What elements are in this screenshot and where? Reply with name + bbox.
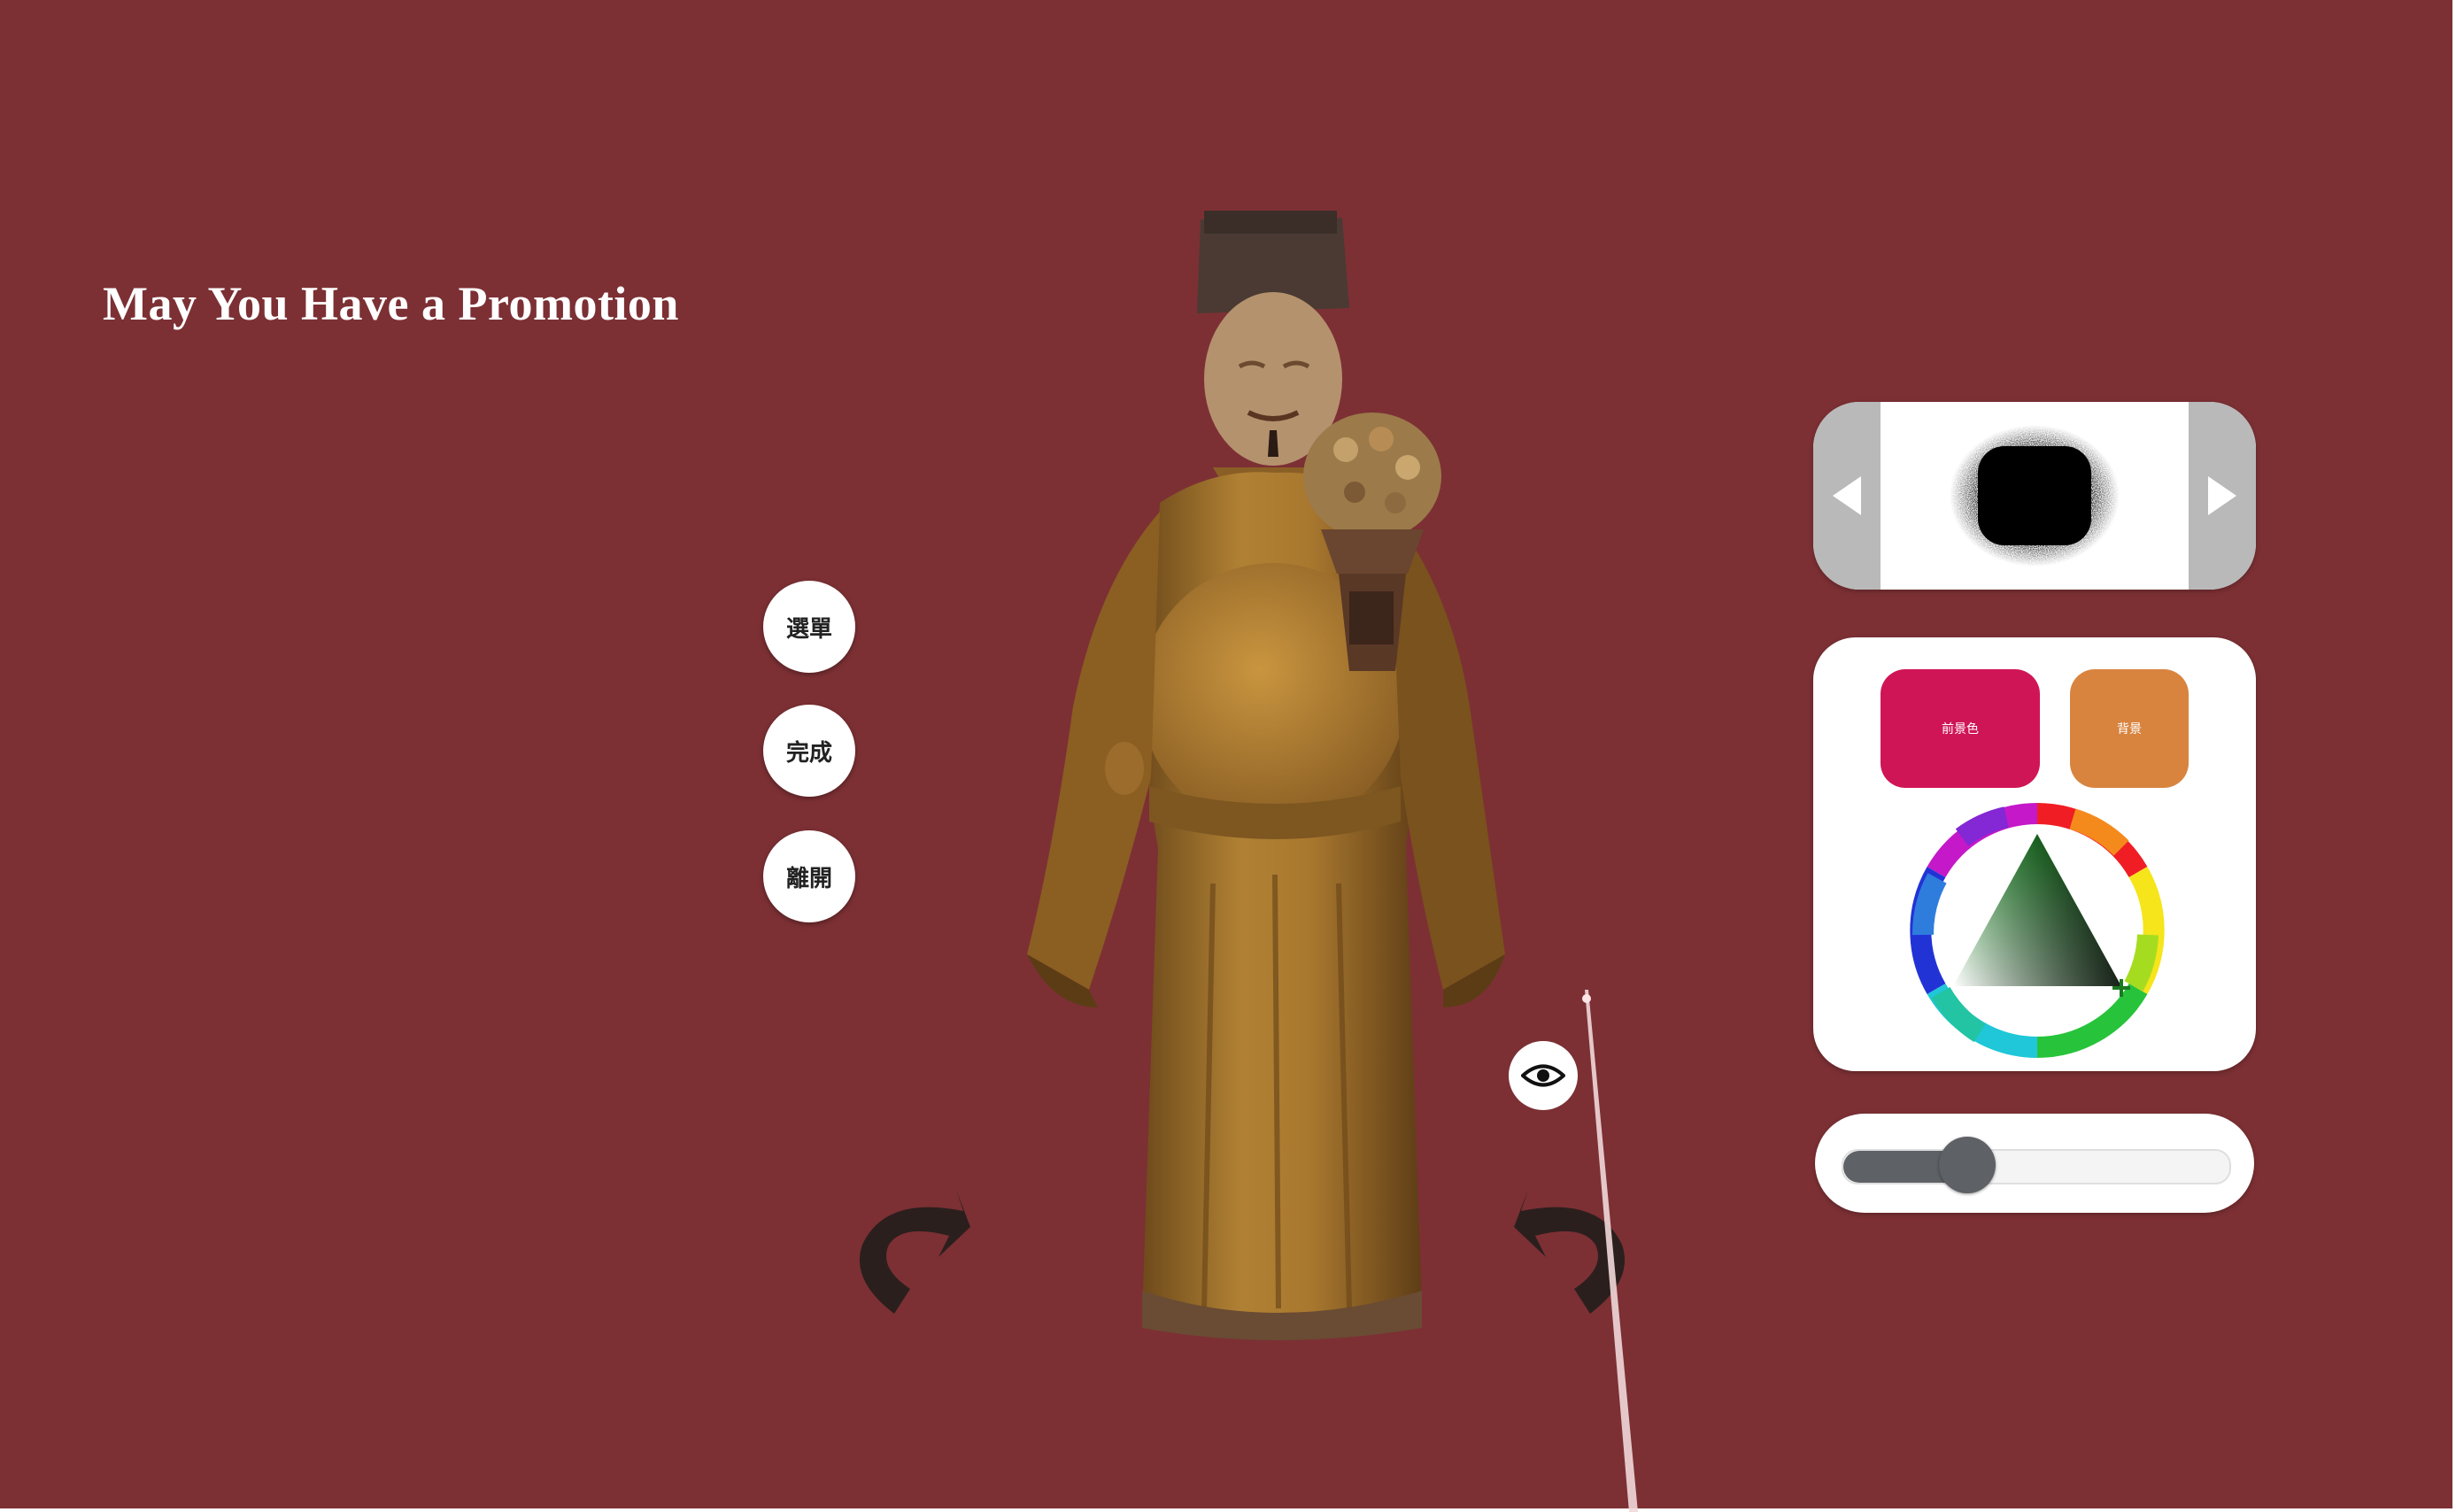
statue-model[interactable] <box>992 211 1541 1353</box>
brush-size-slider-panel <box>1815 1114 2254 1213</box>
done-button[interactable]: 完成 <box>763 705 855 797</box>
eye-button[interactable] <box>1509 1041 1578 1110</box>
triangle-right-icon <box>2208 476 2236 515</box>
rotate-left-icon[interactable] <box>832 1165 974 1324</box>
brush-next-button[interactable] <box>2189 402 2256 590</box>
color-wheel[interactable] <box>1909 802 2166 1059</box>
primary-color-swatch[interactable]: 前景色 <box>1881 669 2040 788</box>
secondary-color-swatch[interactable]: 背景 <box>2070 669 2189 788</box>
brush-size-slider-track[interactable] <box>1842 1149 2231 1184</box>
app-title: May You Have a Promotion <box>103 277 679 330</box>
controller-pointer-line <box>1582 990 1638 1512</box>
triangle-left-icon <box>1833 476 1861 515</box>
eye-icon <box>1521 1064 1565 1087</box>
brush-texture-preview <box>1950 425 2120 567</box>
brush-prev-button[interactable] <box>1813 402 1881 590</box>
color-picker-panel: 前景色 背景 <box>1813 637 2256 1071</box>
brush-selector-panel <box>1813 402 2256 590</box>
menu-button[interactable]: 選單 <box>763 581 855 673</box>
exit-button[interactable]: 離開 <box>763 830 855 922</box>
brush-size-slider-thumb[interactable] <box>1939 1137 1996 1193</box>
